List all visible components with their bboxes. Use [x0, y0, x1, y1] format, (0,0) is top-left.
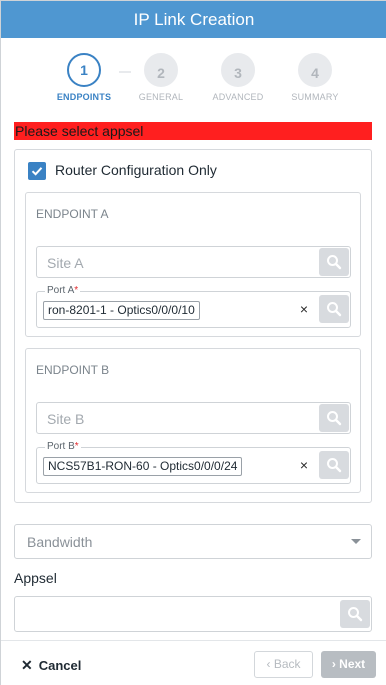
wizard-stepper: 1 ENDPOINTS 2 GENERAL 3 ADVANCED 4 SUMMA…: [1, 38, 386, 110]
site-b-search-button[interactable]: [319, 404, 349, 432]
back-button[interactable]: ‹ Back: [254, 651, 313, 678]
step-label: ADVANCED: [212, 92, 264, 102]
port-b-label: Port B*: [45, 441, 81, 452]
caret-down-icon: [351, 539, 361, 544]
step-general[interactable]: 2 GENERAL: [126, 53, 196, 102]
form-content[interactable]: Please select appsel Router Configuratio…: [1, 110, 386, 640]
site-b-placeholder: Site B: [47, 411, 85, 427]
appsel-label: Appsel: [14, 570, 57, 586]
step-label: GENERAL: [138, 92, 184, 102]
step-number: 3: [221, 53, 255, 87]
site-b-input[interactable]: Site B: [36, 402, 351, 434]
endpoint-b-section: ENDPOINT B Site B Port B* NCS57B1-RON-60…: [25, 348, 361, 493]
step-label: SUMMARY: [291, 92, 339, 102]
next-label: Next: [339, 657, 366, 671]
endpoint-b-title: ENDPOINT B: [36, 363, 110, 377]
port-a-clear-icon[interactable]: ×: [300, 301, 308, 317]
dialog-frame: IP Link Creation 1 ENDPOINTS 2 GENERAL 3…: [0, 0, 386, 685]
dialog-title: IP Link Creation: [133, 10, 255, 29]
bandwidth-placeholder: Bandwidth: [27, 534, 93, 550]
port-b-input[interactable]: Port B* NCS57B1-RON-60 - Optics0/0/0/24 …: [36, 441, 351, 484]
port-a-chip: ron-8201-1 - Optics0/0/0/10: [43, 301, 200, 320]
search-icon: [327, 458, 342, 473]
site-a-search-button[interactable]: [319, 248, 349, 276]
step-summary[interactable]: 4 SUMMARY: [280, 53, 350, 102]
port-b-search-button[interactable]: [319, 451, 349, 479]
bandwidth-select[interactable]: Bandwidth: [14, 524, 372, 559]
error-banner: Please select appsel: [14, 122, 372, 140]
search-icon: [327, 255, 342, 270]
next-button[interactable]: › Next: [321, 651, 376, 678]
site-a-input[interactable]: Site A: [36, 246, 351, 278]
port-a-label: Port A*: [45, 285, 81, 296]
step-number: 1: [67, 53, 101, 87]
step-advanced[interactable]: 3 ADVANCED: [203, 53, 273, 102]
step-number: 2: [144, 53, 178, 87]
dialog-header: IP Link Creation: [1, 1, 386, 38]
appsel-input[interactable]: [14, 596, 372, 632]
endpoint-a-title: ENDPOINT A: [36, 207, 109, 221]
search-icon: [327, 411, 342, 426]
router-config-checkbox[interactable]: [28, 162, 46, 180]
endpoints-panel: Router Configuration Only ENDPOINT A Sit…: [14, 149, 372, 503]
endpoint-a-section: ENDPOINT A Site A Port A* ron-8201-1 - O…: [25, 192, 361, 337]
search-icon: [348, 607, 363, 622]
cancel-button[interactable]: ✕ Cancel: [21, 657, 81, 674]
port-a-search-button[interactable]: [319, 295, 349, 323]
step-number: 4: [298, 53, 332, 87]
appsel-search-button[interactable]: [340, 600, 370, 628]
cancel-label: Cancel: [38, 658, 82, 673]
step-endpoints[interactable]: 1 ENDPOINTS: [49, 53, 119, 102]
router-config-label: Router Configuration Only: [55, 162, 217, 178]
close-icon: ✕: [21, 657, 33, 673]
chevron-left-icon: ‹: [266, 657, 271, 671]
step-label: ENDPOINTS: [56, 92, 112, 102]
check-icon: [31, 167, 43, 176]
port-a-input[interactable]: Port A* ron-8201-1 - Optics0/0/0/10 ×: [36, 285, 351, 328]
search-icon: [327, 302, 342, 317]
port-b-clear-icon[interactable]: ×: [300, 457, 308, 473]
port-b-chip: NCS57B1-RON-60 - Optics0/0/0/24: [43, 457, 243, 476]
chevron-right-icon: ›: [331, 657, 336, 671]
site-a-placeholder: Site A: [47, 255, 84, 271]
back-label: Back: [273, 657, 301, 671]
dialog-footer: ✕ Cancel ‹ Back › Next: [1, 640, 386, 685]
